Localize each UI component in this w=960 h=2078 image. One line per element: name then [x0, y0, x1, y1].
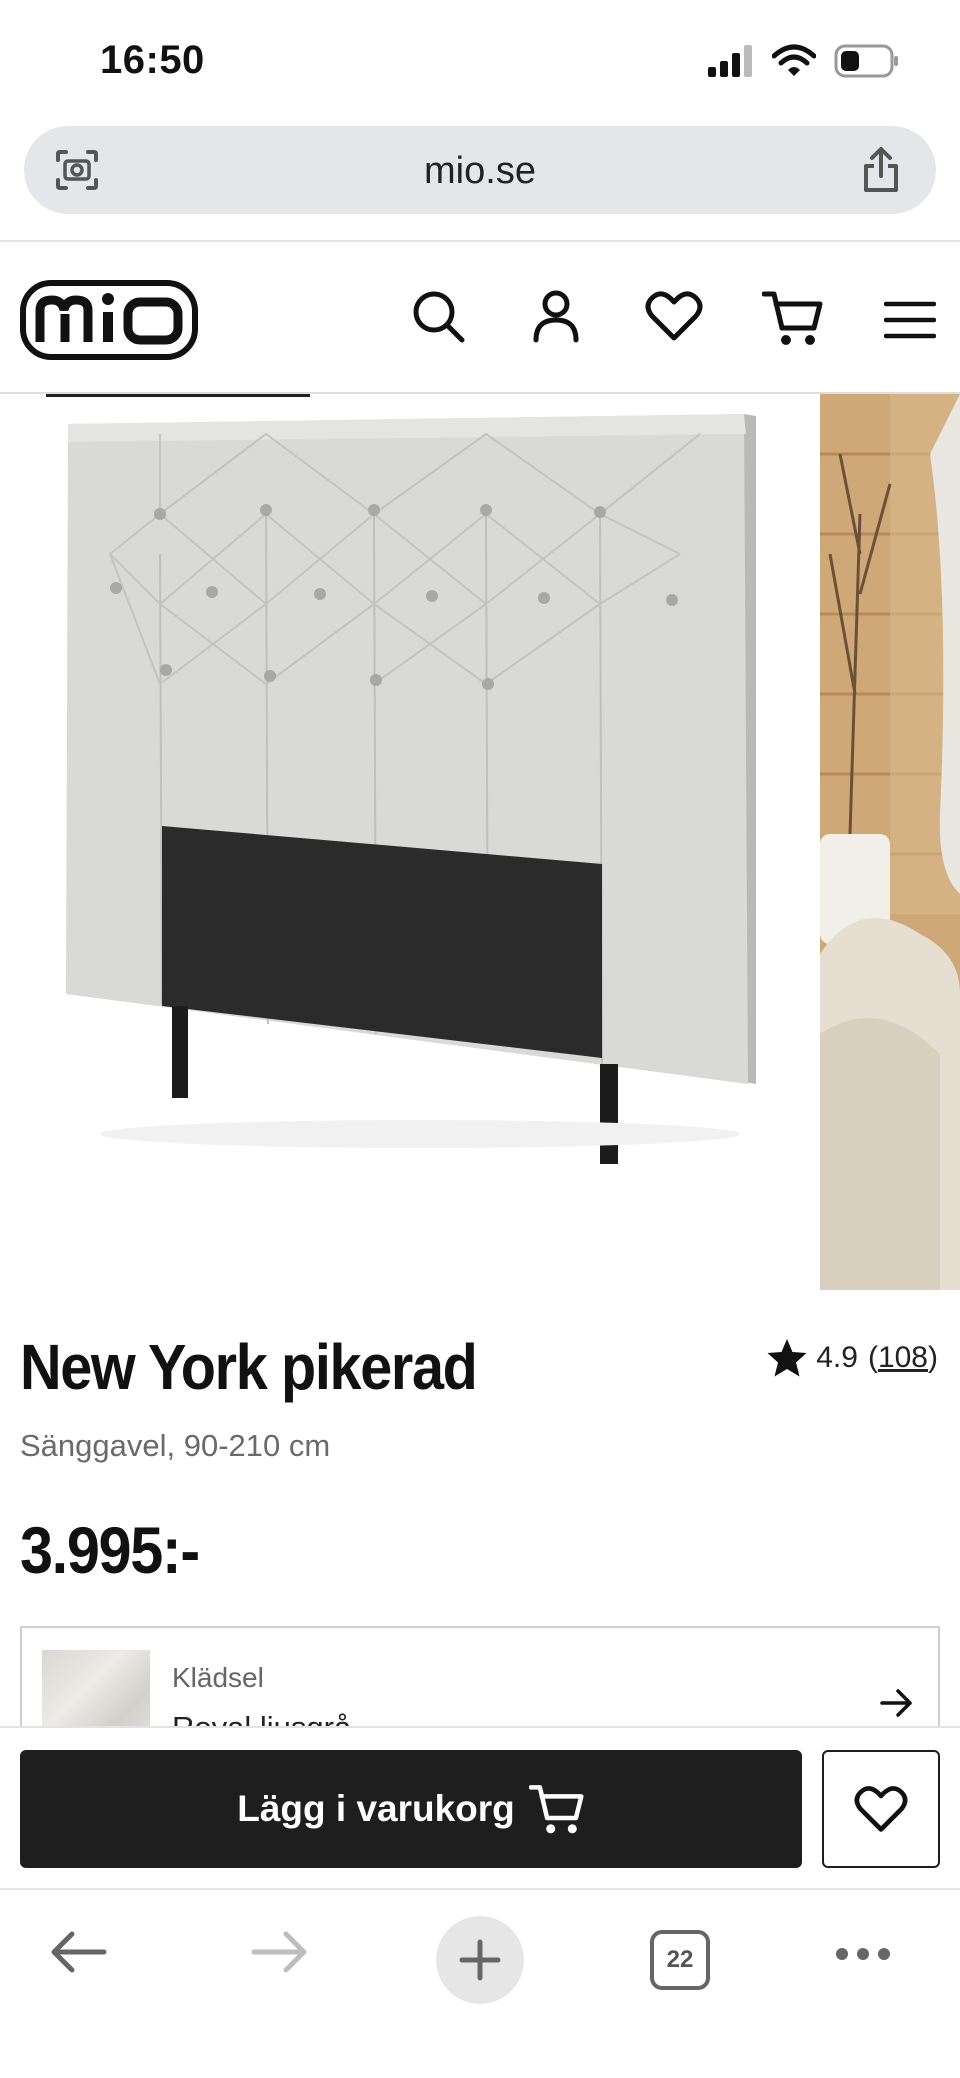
heart-icon — [854, 1786, 908, 1832]
new-tab-button[interactable] — [436, 1916, 524, 2004]
wifi-icon — [772, 44, 816, 76]
add-to-wishlist-button[interactable] — [822, 1750, 940, 1868]
cellular-signal-icon — [708, 45, 752, 77]
upholstery-label: Klädsel — [172, 1662, 264, 1693]
review-count-link[interactable]: 108 — [878, 1341, 928, 1375]
product-image-gallery[interactable] — [0, 394, 960, 1290]
back-arrow-icon[interactable] — [48, 1930, 108, 1974]
status-time: 16:50 — [100, 38, 205, 82]
product-subtitle: Sänggavel, 90-210 cm — [20, 1428, 331, 1463]
cart-icon — [528, 1785, 584, 1834]
status-bar: 16:50 — [0, 0, 960, 120]
more-options-icon[interactable] — [834, 1946, 892, 1962]
search-icon[interactable] — [410, 288, 466, 349]
url-text: mio.se — [424, 150, 536, 192]
gallery-next-image[interactable] — [820, 394, 960, 1290]
tab-switcher-button[interactable]: 22 — [650, 1930, 710, 1990]
headboard-product-image[interactable] — [0, 394, 820, 1290]
site-header — [0, 242, 960, 392]
rating-paren-close: ) — [928, 1341, 938, 1374]
share-icon[interactable] — [860, 146, 902, 199]
rating-paren-open: ( — [867, 1341, 878, 1374]
mio-logo[interactable] — [20, 280, 198, 365]
account-icon[interactable] — [530, 288, 582, 349]
forward-arrow-icon[interactable] — [250, 1930, 310, 1974]
status-icons — [706, 44, 900, 78]
add-to-cart-label: Lägg i varukorg — [237, 1788, 515, 1829]
rating-value: 4.9 — [816, 1341, 858, 1374]
product-price: 3.995:- — [20, 1513, 200, 1587]
product-title: New York pikerad — [20, 1331, 478, 1403]
menu-icon[interactable] — [883, 300, 937, 345]
cart-icon[interactable] — [761, 288, 824, 353]
product-rating[interactable]: 4.9 (108) — [766, 1338, 938, 1378]
arrow-right-icon — [880, 1688, 914, 1723]
battery-icon — [834, 44, 898, 78]
wishlist-heart-icon[interactable] — [644, 288, 704, 349]
star-icon — [767, 1339, 807, 1377]
browser-toolbar: 22 — [0, 1888, 960, 2078]
add-to-cart-button[interactable]: Lägg i varukorg — [20, 1750, 802, 1868]
sticky-buy-bar: Lägg i varukorg — [0, 1726, 960, 1888]
address-bar[interactable]: mio.se — [24, 126, 936, 214]
plus-icon — [459, 1939, 501, 1981]
